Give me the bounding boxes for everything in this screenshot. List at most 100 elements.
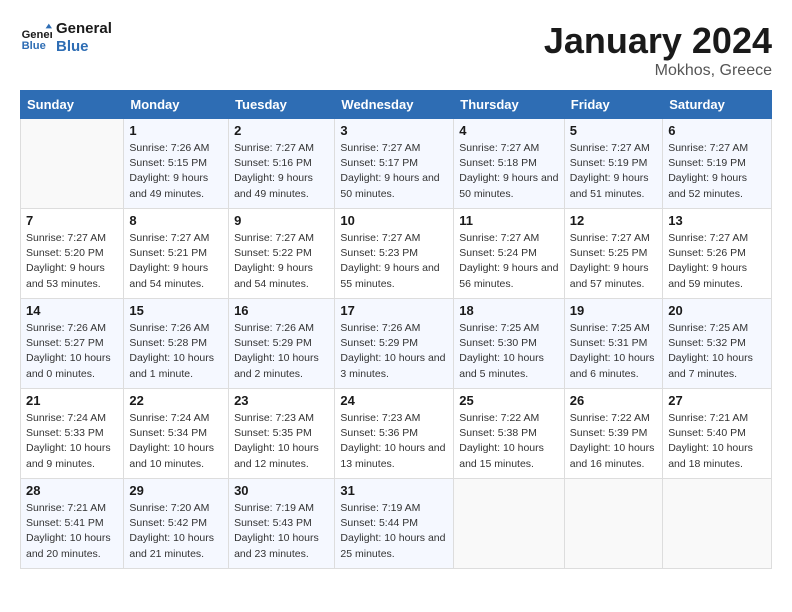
calendar-cell: 21 Sunrise: 7:24 AMSunset: 5:33 PMDaylig… — [21, 389, 124, 479]
day-number: 12 — [570, 213, 657, 228]
calendar-cell: 19 Sunrise: 7:25 AMSunset: 5:31 PMDaylig… — [564, 299, 662, 389]
calendar-cell: 4 Sunrise: 7:27 AMSunset: 5:18 PMDayligh… — [454, 119, 565, 209]
calendar-week-1: 1 Sunrise: 7:26 AMSunset: 5:15 PMDayligh… — [21, 119, 772, 209]
page-header: General Blue General Blue January 2024 M… — [20, 20, 772, 80]
calendar-cell — [454, 479, 565, 569]
calendar-cell: 2 Sunrise: 7:27 AMSunset: 5:16 PMDayligh… — [229, 119, 335, 209]
calendar-cell: 17 Sunrise: 7:26 AMSunset: 5:29 PMDaylig… — [335, 299, 454, 389]
calendar-cell: 26 Sunrise: 7:22 AMSunset: 5:39 PMDaylig… — [564, 389, 662, 479]
calendar-cell: 10 Sunrise: 7:27 AMSunset: 5:23 PMDaylig… — [335, 209, 454, 299]
cell-info: Sunrise: 7:27 AMSunset: 5:21 PMDaylight:… — [129, 231, 223, 292]
day-number: 9 — [234, 213, 329, 228]
cell-info: Sunrise: 7:27 AMSunset: 5:23 PMDaylight:… — [340, 231, 448, 292]
title-block: January 2024 Mokhos, Greece — [544, 20, 772, 80]
calendar-cell: 7 Sunrise: 7:27 AMSunset: 5:20 PMDayligh… — [21, 209, 124, 299]
cell-info: Sunrise: 7:27 AMSunset: 5:16 PMDaylight:… — [234, 141, 329, 202]
day-number: 2 — [234, 123, 329, 138]
weekday-header-thursday: Thursday — [454, 91, 565, 119]
logo-line1: General — [56, 20, 112, 38]
calendar-cell: 18 Sunrise: 7:25 AMSunset: 5:30 PMDaylig… — [454, 299, 565, 389]
day-number: 16 — [234, 303, 329, 318]
day-number: 29 — [129, 483, 223, 498]
svg-text:Blue: Blue — [22, 40, 46, 52]
day-number: 24 — [340, 393, 448, 408]
day-number: 15 — [129, 303, 223, 318]
day-number: 27 — [668, 393, 766, 408]
calendar-cell: 14 Sunrise: 7:26 AMSunset: 5:27 PMDaylig… — [21, 299, 124, 389]
cell-info: Sunrise: 7:25 AMSunset: 5:31 PMDaylight:… — [570, 321, 657, 382]
cell-info: Sunrise: 7:23 AMSunset: 5:36 PMDaylight:… — [340, 411, 448, 472]
calendar-cell: 29 Sunrise: 7:20 AMSunset: 5:42 PMDaylig… — [124, 479, 229, 569]
day-number: 30 — [234, 483, 329, 498]
calendar-body: 1 Sunrise: 7:26 AMSunset: 5:15 PMDayligh… — [21, 119, 772, 569]
calendar-cell: 11 Sunrise: 7:27 AMSunset: 5:24 PMDaylig… — [454, 209, 565, 299]
cell-info: Sunrise: 7:22 AMSunset: 5:38 PMDaylight:… — [459, 411, 559, 472]
cell-info: Sunrise: 7:21 AMSunset: 5:41 PMDaylight:… — [26, 501, 118, 562]
location: Mokhos, Greece — [544, 62, 772, 80]
calendar-week-3: 14 Sunrise: 7:26 AMSunset: 5:27 PMDaylig… — [21, 299, 772, 389]
weekday-header-saturday: Saturday — [663, 91, 772, 119]
calendar-cell: 25 Sunrise: 7:22 AMSunset: 5:38 PMDaylig… — [454, 389, 565, 479]
day-number: 26 — [570, 393, 657, 408]
day-number: 1 — [129, 123, 223, 138]
logo: General Blue General Blue — [20, 20, 112, 56]
weekday-header-tuesday: Tuesday — [229, 91, 335, 119]
logo-icon: General Blue — [20, 22, 52, 54]
weekday-header-sunday: Sunday — [21, 91, 124, 119]
weekday-header-row: SundayMondayTuesdayWednesdayThursdayFrid… — [21, 91, 772, 119]
calendar-week-4: 21 Sunrise: 7:24 AMSunset: 5:33 PMDaylig… — [21, 389, 772, 479]
calendar-cell — [663, 479, 772, 569]
calendar-cell: 24 Sunrise: 7:23 AMSunset: 5:36 PMDaylig… — [335, 389, 454, 479]
cell-info: Sunrise: 7:27 AMSunset: 5:19 PMDaylight:… — [570, 141, 657, 202]
calendar-cell: 6 Sunrise: 7:27 AMSunset: 5:19 PMDayligh… — [663, 119, 772, 209]
calendar-header: SundayMondayTuesdayWednesdayThursdayFrid… — [21, 91, 772, 119]
calendar-cell: 30 Sunrise: 7:19 AMSunset: 5:43 PMDaylig… — [229, 479, 335, 569]
calendar-table: SundayMondayTuesdayWednesdayThursdayFrid… — [20, 90, 772, 569]
calendar-week-2: 7 Sunrise: 7:27 AMSunset: 5:20 PMDayligh… — [21, 209, 772, 299]
day-number: 28 — [26, 483, 118, 498]
cell-info: Sunrise: 7:19 AMSunset: 5:44 PMDaylight:… — [340, 501, 448, 562]
calendar-cell: 23 Sunrise: 7:23 AMSunset: 5:35 PMDaylig… — [229, 389, 335, 479]
calendar-cell: 16 Sunrise: 7:26 AMSunset: 5:29 PMDaylig… — [229, 299, 335, 389]
day-number: 14 — [26, 303, 118, 318]
cell-info: Sunrise: 7:27 AMSunset: 5:18 PMDaylight:… — [459, 141, 559, 202]
cell-info: Sunrise: 7:20 AMSunset: 5:42 PMDaylight:… — [129, 501, 223, 562]
calendar-cell: 27 Sunrise: 7:21 AMSunset: 5:40 PMDaylig… — [663, 389, 772, 479]
cell-info: Sunrise: 7:26 AMSunset: 5:28 PMDaylight:… — [129, 321, 223, 382]
calendar-cell: 20 Sunrise: 7:25 AMSunset: 5:32 PMDaylig… — [663, 299, 772, 389]
day-number: 25 — [459, 393, 559, 408]
calendar-cell: 28 Sunrise: 7:21 AMSunset: 5:41 PMDaylig… — [21, 479, 124, 569]
cell-info: Sunrise: 7:27 AMSunset: 5:26 PMDaylight:… — [668, 231, 766, 292]
cell-info: Sunrise: 7:27 AMSunset: 5:24 PMDaylight:… — [459, 231, 559, 292]
cell-info: Sunrise: 7:24 AMSunset: 5:33 PMDaylight:… — [26, 411, 118, 472]
cell-info: Sunrise: 7:23 AMSunset: 5:35 PMDaylight:… — [234, 411, 329, 472]
day-number: 6 — [668, 123, 766, 138]
calendar-cell: 22 Sunrise: 7:24 AMSunset: 5:34 PMDaylig… — [124, 389, 229, 479]
cell-info: Sunrise: 7:25 AMSunset: 5:30 PMDaylight:… — [459, 321, 559, 382]
calendar-cell: 9 Sunrise: 7:27 AMSunset: 5:22 PMDayligh… — [229, 209, 335, 299]
day-number: 4 — [459, 123, 559, 138]
cell-info: Sunrise: 7:26 AMSunset: 5:27 PMDaylight:… — [26, 321, 118, 382]
cell-info: Sunrise: 7:27 AMSunset: 5:25 PMDaylight:… — [570, 231, 657, 292]
weekday-header-wednesday: Wednesday — [335, 91, 454, 119]
day-number: 11 — [459, 213, 559, 228]
calendar-cell: 3 Sunrise: 7:27 AMSunset: 5:17 PMDayligh… — [335, 119, 454, 209]
cell-info: Sunrise: 7:26 AMSunset: 5:29 PMDaylight:… — [234, 321, 329, 382]
day-number: 21 — [26, 393, 118, 408]
cell-info: Sunrise: 7:27 AMSunset: 5:22 PMDaylight:… — [234, 231, 329, 292]
day-number: 10 — [340, 213, 448, 228]
calendar-cell: 12 Sunrise: 7:27 AMSunset: 5:25 PMDaylig… — [564, 209, 662, 299]
day-number: 22 — [129, 393, 223, 408]
cell-info: Sunrise: 7:26 AMSunset: 5:29 PMDaylight:… — [340, 321, 448, 382]
cell-info: Sunrise: 7:25 AMSunset: 5:32 PMDaylight:… — [668, 321, 766, 382]
cell-info: Sunrise: 7:27 AMSunset: 5:17 PMDaylight:… — [340, 141, 448, 202]
cell-info: Sunrise: 7:24 AMSunset: 5:34 PMDaylight:… — [129, 411, 223, 472]
calendar-cell: 8 Sunrise: 7:27 AMSunset: 5:21 PMDayligh… — [124, 209, 229, 299]
cell-info: Sunrise: 7:22 AMSunset: 5:39 PMDaylight:… — [570, 411, 657, 472]
day-number: 31 — [340, 483, 448, 498]
calendar-cell: 15 Sunrise: 7:26 AMSunset: 5:28 PMDaylig… — [124, 299, 229, 389]
day-number: 3 — [340, 123, 448, 138]
calendar-cell — [21, 119, 124, 209]
day-number: 18 — [459, 303, 559, 318]
day-number: 20 — [668, 303, 766, 318]
